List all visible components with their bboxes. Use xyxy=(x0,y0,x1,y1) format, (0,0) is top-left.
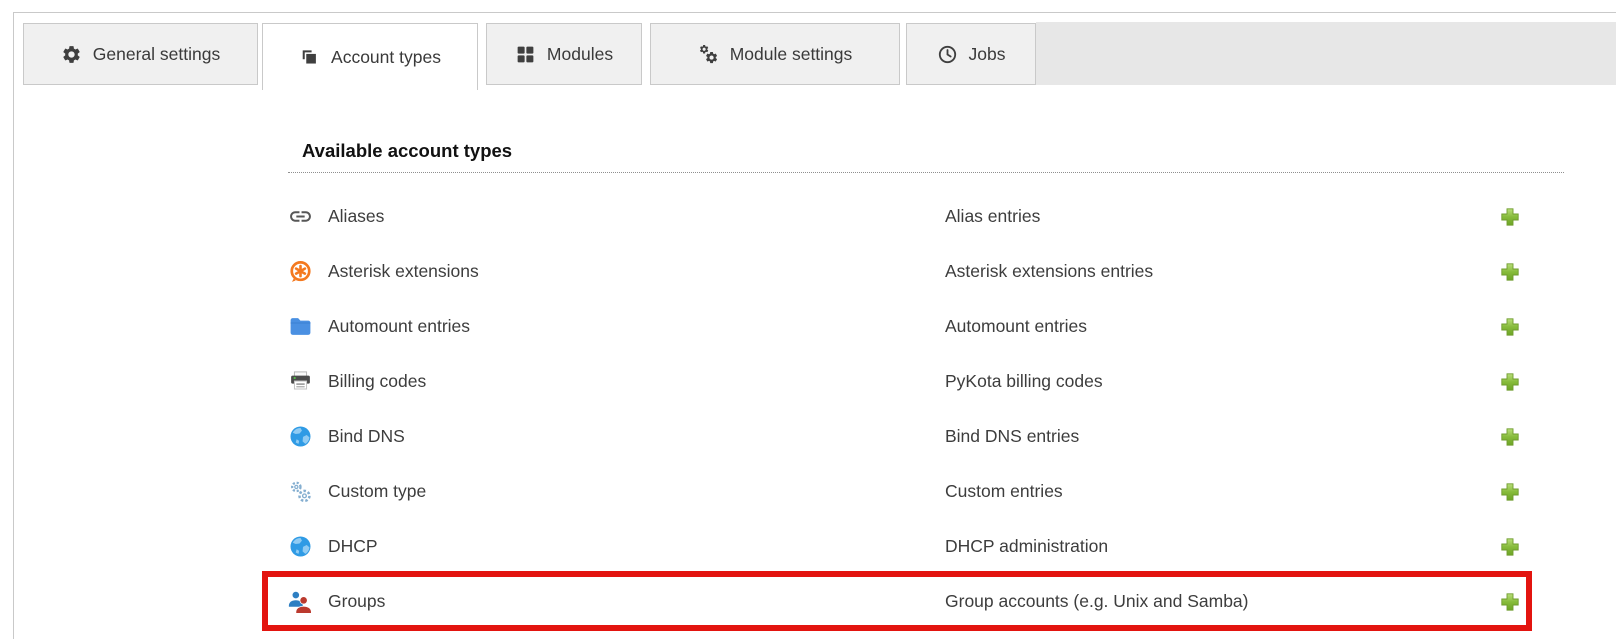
account-type-description: Automount entries xyxy=(945,316,1500,337)
account-type-row-automount: Automount entries Automount entries xyxy=(288,299,1520,354)
account-type-description: DHCP administration xyxy=(945,536,1500,557)
account-types-list: Aliases Alias entries Asterisk extension… xyxy=(288,189,1520,629)
account-type-description: Bind DNS entries xyxy=(945,426,1500,447)
add-account-type-button[interactable] xyxy=(1500,372,1520,392)
tab-jobs[interactable]: Jobs xyxy=(906,23,1036,85)
account-type-description: Asterisk extensions entries xyxy=(945,261,1500,282)
gears-small-icon xyxy=(288,479,313,504)
tab-modules[interactable]: Modules xyxy=(486,23,642,85)
tab-label: Modules xyxy=(547,44,613,65)
add-icon xyxy=(1500,537,1520,557)
account-type-name: Bind DNS xyxy=(328,426,945,447)
gear-icon xyxy=(61,44,82,65)
add-account-type-button[interactable] xyxy=(1500,592,1520,612)
tab-account-types[interactable]: Account types xyxy=(262,23,478,90)
tab-bar-filler xyxy=(1036,22,1616,85)
tab-label: Jobs xyxy=(969,44,1006,65)
clock-icon xyxy=(937,44,958,65)
account-type-name: Custom type xyxy=(328,481,945,502)
account-type-description: Custom entries xyxy=(945,481,1500,502)
account-type-name: DHCP xyxy=(328,536,945,557)
account-type-row-bind-dns: Bind DNS Bind DNS entries xyxy=(288,409,1520,464)
link-icon xyxy=(288,204,313,229)
add-icon xyxy=(1500,482,1520,502)
printer-icon xyxy=(288,369,313,394)
add-account-type-button[interactable] xyxy=(1500,262,1520,282)
account-type-description: Group accounts (e.g. Unix and Samba) xyxy=(945,591,1500,612)
account-type-row-billing: Billing codes PyKota billing codes xyxy=(288,354,1520,409)
add-account-type-button[interactable] xyxy=(1500,482,1520,502)
tab-label: Account types xyxy=(331,47,441,68)
globe-icon xyxy=(288,534,313,559)
folder-icon xyxy=(288,314,313,339)
account-type-row-aliases: Aliases Alias entries xyxy=(288,189,1520,244)
account-type-name: Billing codes xyxy=(328,371,945,392)
account-types-icon xyxy=(299,47,320,68)
add-icon xyxy=(1500,262,1520,282)
account-type-row-dhcp: DHCP DHCP administration xyxy=(288,519,1520,574)
account-type-row-asterisk: Asterisk extensions Asterisk extensions … xyxy=(288,244,1520,299)
account-type-name: Aliases xyxy=(328,206,945,227)
tab-label: Module settings xyxy=(730,44,853,65)
asterisk-icon xyxy=(288,259,313,284)
add-icon xyxy=(1500,592,1520,612)
add-icon xyxy=(1500,317,1520,337)
section-heading: Available account types xyxy=(288,140,1564,173)
modules-grid-icon xyxy=(515,44,536,65)
add-account-type-button[interactable] xyxy=(1500,207,1520,227)
add-account-type-button[interactable] xyxy=(1500,537,1520,557)
add-account-type-button[interactable] xyxy=(1500,427,1520,447)
account-type-row-custom: Custom type Custom entries xyxy=(288,464,1520,519)
double-gear-icon xyxy=(698,44,719,65)
account-type-name: Asterisk extensions xyxy=(328,261,945,282)
tab-label: General settings xyxy=(93,44,220,65)
add-icon xyxy=(1500,372,1520,392)
account-type-description: PyKota billing codes xyxy=(945,371,1500,392)
account-type-row-groups: Groups Group accounts (e.g. Unix and Sam… xyxy=(288,574,1520,629)
add-icon xyxy=(1500,207,1520,227)
groups-icon xyxy=(288,589,313,614)
account-type-name: Automount entries xyxy=(328,316,945,337)
tab-module-settings[interactable]: Module settings xyxy=(650,23,900,85)
add-account-type-button[interactable] xyxy=(1500,317,1520,337)
tab-general-settings[interactable]: General settings xyxy=(23,23,258,85)
account-type-name: Groups xyxy=(328,591,945,612)
account-type-description: Alias entries xyxy=(945,206,1500,227)
add-icon xyxy=(1500,427,1520,447)
globe-icon xyxy=(288,424,313,449)
